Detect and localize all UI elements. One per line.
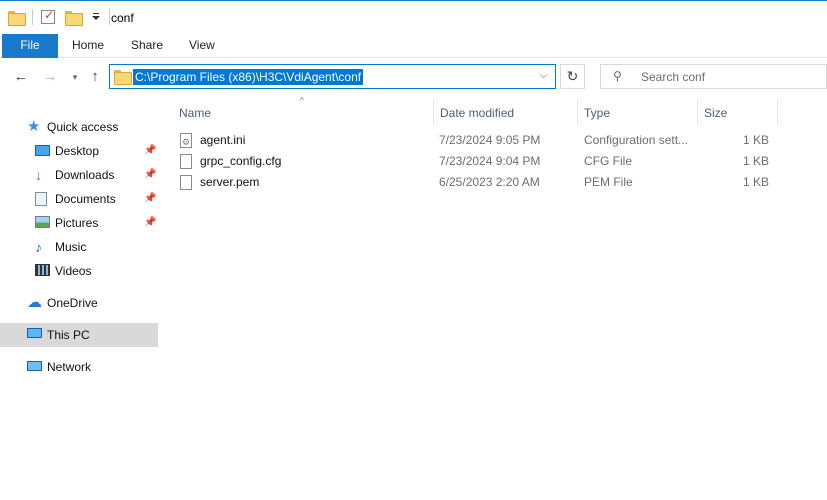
folder-icon[interactable] <box>8 10 26 26</box>
pictures-icon <box>35 216 50 228</box>
toolbar-separator <box>32 9 33 25</box>
sidebar-item-label: This PC <box>47 328 90 342</box>
file-type: PEM File <box>584 175 633 189</box>
column-divider[interactable] <box>577 100 578 124</box>
videos-icon <box>35 264 50 276</box>
file-name: grpc_config.cfg <box>200 154 282 168</box>
file-size: 1 KB <box>742 154 769 168</box>
star-icon: ★ <box>27 118 41 135</box>
pin-icon[interactable]: 📌 <box>144 140 156 162</box>
music-icon: ♪ <box>35 239 42 255</box>
sidebar-item-label: Music <box>55 240 87 254</box>
documents-icon <box>35 192 47 206</box>
column-header-type[interactable]: Type <box>584 106 610 120</box>
sidebar-item-label: Desktop <box>55 144 100 158</box>
tab-file[interactable]: File <box>2 34 58 58</box>
sidebar-item-desktop[interactable]: Desktop 📌 <box>0 140 158 162</box>
quick-access-toolbar <box>8 8 114 26</box>
refresh-button[interactable]: ↻ <box>560 64 585 89</box>
computer-icon <box>27 328 42 338</box>
sidebar-item-music[interactable]: ♪ Music <box>0 236 158 258</box>
file-icon <box>180 175 192 190</box>
tab-home[interactable]: Home <box>72 34 104 58</box>
file-name: agent.ini <box>200 133 246 147</box>
sidebar-item-label: Videos <box>55 264 92 278</box>
column-divider[interactable] <box>697 100 698 124</box>
file-row[interactable]: server.pem 6/25/2023 2:20 AM PEM File 1 … <box>174 172 777 193</box>
folder-icon <box>114 70 132 85</box>
file-row[interactable]: grpc_config.cfg 7/23/2024 9:04 PM CFG Fi… <box>174 151 777 172</box>
sidebar-item-videos[interactable]: Videos <box>0 260 158 282</box>
navigation-bar: ← → ▾ ↑ C:\Program Files (x86)\H3C\VdiAg… <box>0 58 827 96</box>
properties-icon[interactable] <box>41 8 55 24</box>
tab-view[interactable]: View <box>189 34 215 58</box>
file-type: CFG File <box>584 154 632 168</box>
file-type: Configuration sett... <box>584 133 689 147</box>
column-divider[interactable] <box>777 100 778 124</box>
column-divider[interactable] <box>433 100 434 124</box>
sidebar-item-label: Documents <box>55 192 116 206</box>
pin-icon[interactable]: 📌 <box>144 212 156 234</box>
up-arrow-icon[interactable]: ↑ <box>86 68 104 86</box>
pin-icon[interactable]: 📌 <box>144 164 156 186</box>
column-header-size[interactable]: Size <box>704 106 727 120</box>
file-date: 7/23/2024 9:05 PM <box>439 133 541 147</box>
sidebar-item-label: Pictures <box>55 216 99 230</box>
sidebar-item-label: Network <box>47 360 92 374</box>
title-bar: conf <box>0 0 827 34</box>
sidebar-item-onedrive[interactable]: ☁ OneDrive <box>0 292 158 314</box>
sidebar-item-documents[interactable]: Documents 📌 <box>0 188 158 210</box>
sidebar-item-network[interactable]: Network <box>0 356 158 378</box>
back-arrow-icon[interactable]: ← <box>12 68 30 86</box>
file-size: 1 KB <box>742 133 769 147</box>
sidebar-item-pictures[interactable]: Pictures 📌 <box>0 212 158 234</box>
customize-toolbar-icon[interactable] <box>91 11 101 23</box>
column-header-name[interactable]: Name <box>179 106 211 120</box>
config-file-icon <box>180 132 192 153</box>
sidebar-item-downloads[interactable]: ↓ Downloads 📌 <box>0 164 158 186</box>
forward-arrow-icon[interactable]: → <box>41 68 59 86</box>
sidebar-item-this-pc[interactable]: This PC <box>0 323 158 347</box>
file-name: server.pem <box>200 175 260 189</box>
search-placeholder: Search conf <box>641 70 706 84</box>
ribbon: File Home Share View <box>0 34 827 58</box>
column-header-date[interactable]: Date modified <box>440 106 514 120</box>
chevron-down-icon[interactable]: ⌵ <box>539 70 547 81</box>
sidebar-item-quick-access[interactable]: ★ Quick access <box>0 116 158 138</box>
file-date: 7/23/2024 9:04 PM <box>439 154 541 168</box>
file-row[interactable]: agent.ini 7/23/2024 9:05 PM Configuratio… <box>174 130 777 153</box>
sidebar-item-label: OneDrive <box>47 296 98 310</box>
sidebar-item-label: Quick access <box>47 120 119 134</box>
search-box[interactable]: ⚲ Search conf <box>600 64 827 89</box>
cloud-icon: ☁ <box>27 294 42 311</box>
refresh-icon: ↻ <box>566 68 579 84</box>
pin-icon[interactable]: 📌 <box>144 188 156 210</box>
desktop-icon <box>35 145 50 156</box>
tab-share[interactable]: Share <box>131 34 163 58</box>
recent-locations-chevron-icon[interactable]: ▾ <box>66 68 84 86</box>
navigation-pane: ★ Quick access Desktop 📌 ↓ Downloads 📌 D… <box>0 96 160 500</box>
new-folder-icon[interactable] <box>65 10 83 26</box>
file-date: 6/25/2023 2:20 AM <box>439 175 540 189</box>
column-headers: ^ Name Date modified Type Size <box>160 96 827 128</box>
network-icon <box>27 361 42 371</box>
toolbar-separator <box>109 9 110 25</box>
file-size: 1 KB <box>742 175 769 189</box>
file-icon <box>180 154 192 169</box>
sort-ascending-icon: ^ <box>300 96 304 105</box>
address-path[interactable]: C:\Program Files (x86)\H3C\VdiAgent\conf <box>133 69 364 85</box>
address-bar[interactable]: C:\Program Files (x86)\H3C\VdiAgent\conf… <box>109 64 556 89</box>
search-icon: ⚲ <box>613 69 622 83</box>
download-icon: ↓ <box>35 167 42 183</box>
sidebar-item-label: Downloads <box>55 168 115 182</box>
window-title: conf <box>111 11 134 25</box>
